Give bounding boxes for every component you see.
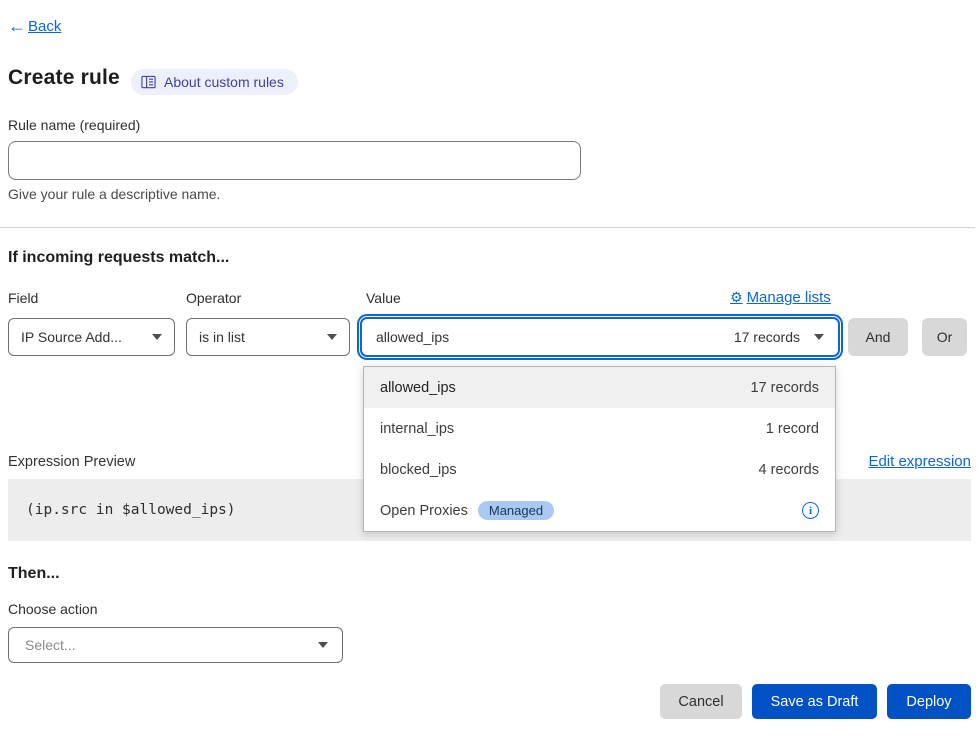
chevron-down-icon	[327, 334, 337, 340]
page-title: Create rule	[8, 66, 120, 90]
and-button[interactable]: And	[848, 318, 908, 356]
info-icon[interactable]: i	[802, 502, 819, 519]
list-item-name: blocked_ips	[380, 462, 457, 478]
then-section-heading: Then...	[8, 565, 60, 583]
chevron-down-icon	[814, 334, 824, 340]
operator-label: Operator	[186, 290, 241, 306]
managed-badge: Managed	[478, 501, 554, 520]
field-select-value: IP Source Add...	[21, 329, 122, 345]
save-as-draft-button[interactable]: Save as Draft	[752, 684, 877, 719]
expression-preview-label: Expression Preview	[8, 454, 135, 470]
operator-select[interactable]: is in list	[186, 318, 350, 356]
create-rule-page: ← Back Create rule About custom rules Ru…	[0, 0, 979, 739]
chevron-down-icon	[318, 642, 328, 648]
expression-code: (ip.src in $allowed_ips)	[26, 502, 236, 518]
value-label: Value	[366, 290, 401, 306]
list-item-allowed-ips[interactable]: allowed_ips 17 records	[364, 367, 835, 408]
list-item-blocked-ips[interactable]: blocked_ips 4 records	[364, 449, 835, 490]
list-item-open-proxies[interactable]: Open Proxies Managed i	[364, 490, 835, 531]
choose-action-label: Choose action	[8, 601, 98, 617]
list-item-name-text: Open Proxies	[380, 503, 468, 519]
manage-lists-link[interactable]: ⚙ Manage lists	[730, 289, 831, 306]
value-dropdown-menu: allowed_ips 17 records internal_ips 1 re…	[363, 366, 836, 532]
list-item-records: 4 records	[759, 462, 819, 478]
rule-name-label: Rule name (required)	[8, 117, 140, 133]
list-item-name: Open Proxies Managed	[380, 501, 554, 520]
book-icon	[141, 75, 156, 89]
gear-icon: ⚙	[730, 289, 743, 306]
about-custom-rules-link[interactable]: About custom rules	[131, 69, 298, 95]
list-item-records: 1 record	[766, 421, 819, 437]
back-link-label: Back	[28, 18, 61, 35]
field-label: Field	[8, 290, 38, 306]
action-select-placeholder: Select...	[25, 637, 76, 653]
match-section-heading: If incoming requests match...	[8, 249, 229, 267]
rule-name-input[interactable]	[8, 141, 581, 180]
manage-lists-label: Manage lists	[747, 289, 831, 306]
rule-name-helper: Give your rule a descriptive name.	[8, 186, 220, 202]
operator-select-value: is in list	[199, 329, 245, 345]
about-badge-label: About custom rules	[164, 74, 284, 90]
cancel-button[interactable]: Cancel	[660, 684, 742, 719]
list-item-internal-ips[interactable]: internal_ips 1 record	[364, 408, 835, 449]
value-select-records: 17 records	[734, 329, 800, 345]
value-select-value: allowed_ips	[376, 329, 449, 345]
deploy-button[interactable]: Deploy	[887, 684, 971, 719]
field-select[interactable]: IP Source Add...	[8, 318, 175, 356]
list-item-records: 17 records	[750, 380, 819, 396]
action-select[interactable]: Select...	[8, 627, 343, 663]
edit-expression-link[interactable]: Edit expression	[868, 453, 971, 470]
value-select[interactable]: allowed_ips 17 records	[360, 317, 840, 357]
list-item-name: internal_ips	[380, 421, 454, 437]
chevron-down-icon	[152, 334, 162, 340]
back-link[interactable]: ← Back	[8, 16, 61, 37]
or-button[interactable]: Or	[922, 318, 967, 356]
back-arrow-icon: ←	[8, 16, 26, 37]
section-divider	[0, 227, 975, 228]
list-item-name: allowed_ips	[380, 380, 456, 396]
